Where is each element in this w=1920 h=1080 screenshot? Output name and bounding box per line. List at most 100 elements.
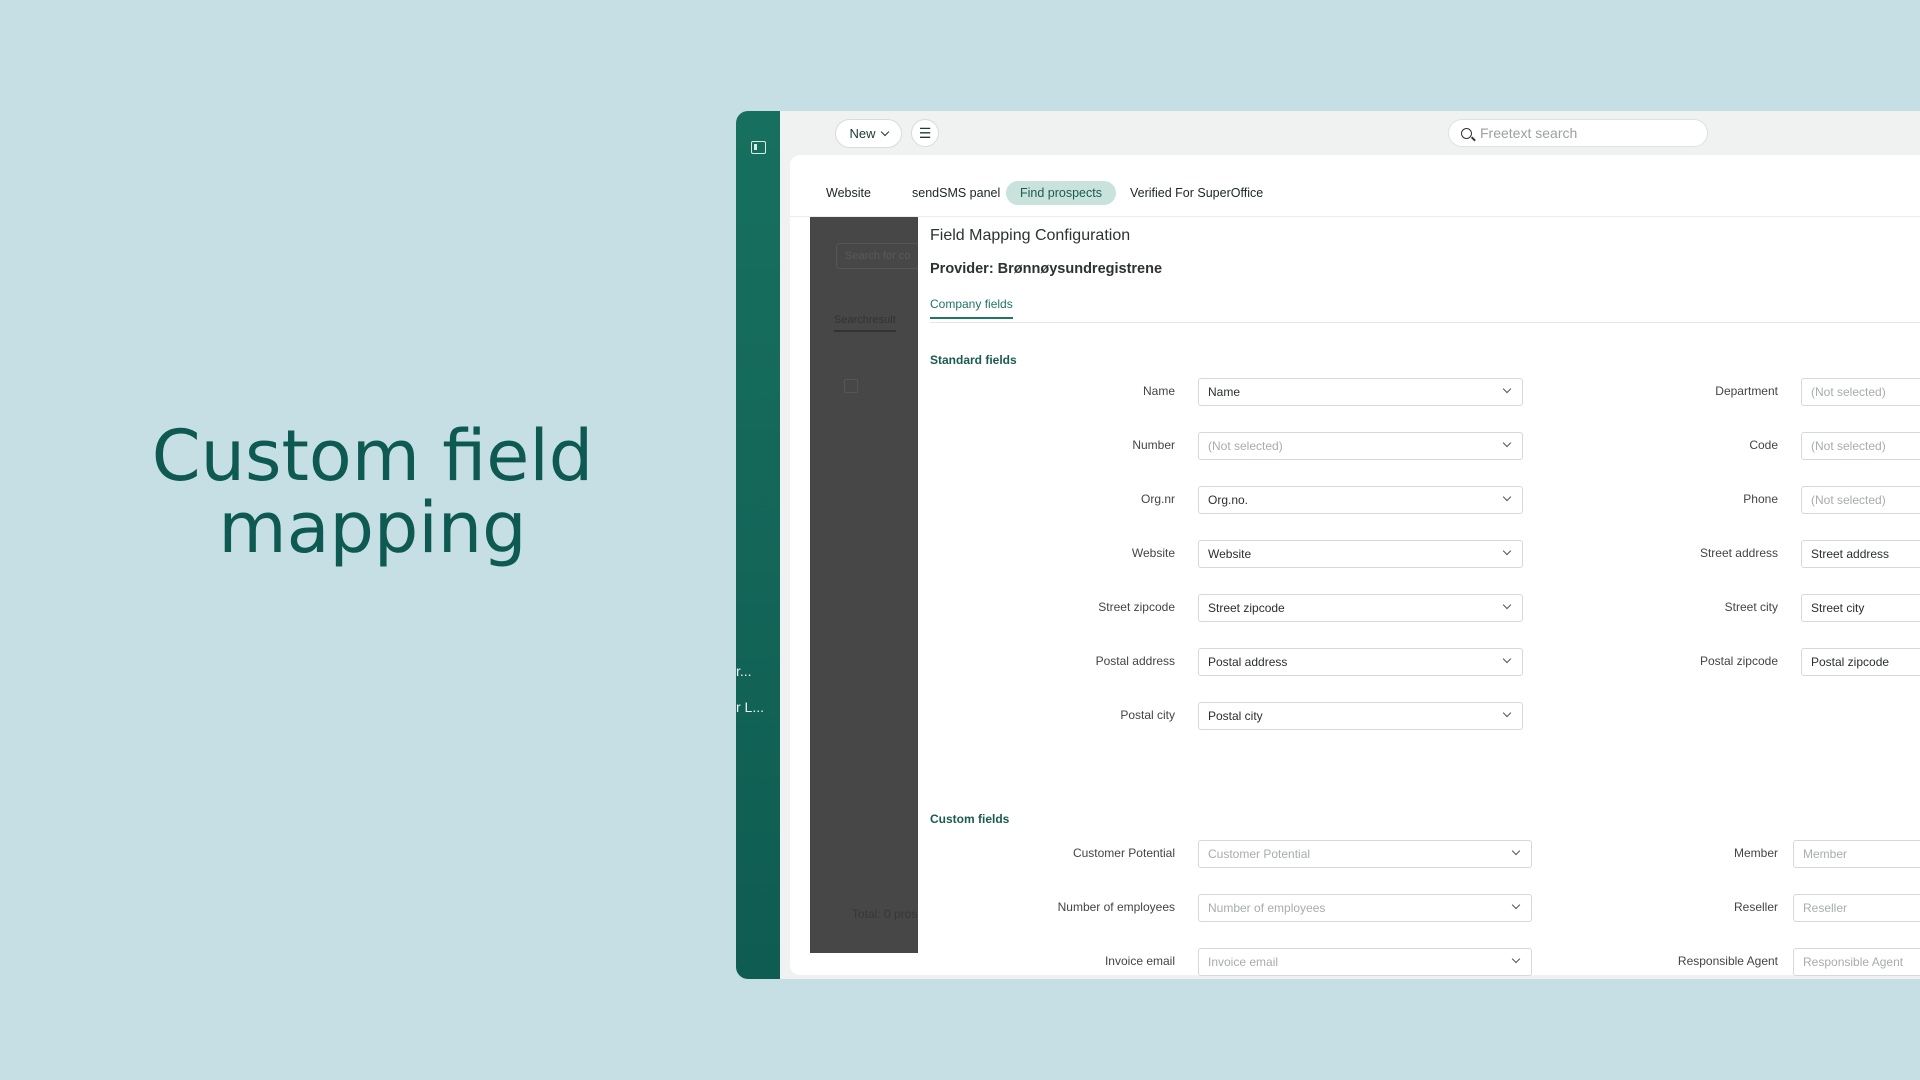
- filter-search-button[interactable]: ☰: [911, 119, 939, 147]
- chevron-down-icon: [1502, 438, 1512, 448]
- topbar: New ☰ Freetext search: [780, 111, 1920, 155]
- field-select[interactable]: Customer Potential: [1198, 840, 1532, 868]
- field-select[interactable]: Website: [1198, 540, 1523, 568]
- field-mapping-modal: Field Mapping Configuration Provider: Br…: [918, 217, 1920, 976]
- field-label: Responsible Agent: [1677, 954, 1778, 968]
- field-select[interactable]: Member: [1793, 840, 1920, 868]
- field-label: Department: [1715, 384, 1778, 398]
- field-select-value: Street city: [1811, 601, 1865, 615]
- field-select-value: Reseller: [1803, 901, 1848, 915]
- field-select-value: Customer Potential: [1208, 847, 1311, 861]
- field-label: Org.nr: [1140, 492, 1175, 506]
- field-label: Postal address: [1095, 654, 1175, 668]
- new-button[interactable]: New: [835, 119, 902, 148]
- field-select[interactable]: Postal zipcode: [1801, 648, 1920, 676]
- field-select[interactable]: Postal city: [1198, 702, 1523, 730]
- field-label: Number: [1132, 438, 1175, 452]
- field-select[interactable]: Number of employees: [1198, 894, 1532, 922]
- field-select-value: Postal city: [1208, 709, 1263, 723]
- sidebar-item-truncated-1[interactable]: r...: [736, 663, 752, 679]
- tab-sendsms-panel[interactable]: sendSMS panel: [898, 181, 1014, 205]
- tab-find-prospects[interactable]: Find prospects: [1006, 181, 1116, 205]
- chevron-down-icon: [1502, 492, 1512, 502]
- field-label: Member: [1733, 846, 1778, 860]
- field-select[interactable]: Invoice email: [1198, 948, 1532, 976]
- freetext-search-input[interactable]: Freetext search: [1448, 119, 1708, 147]
- background-tab-searchresult: Searchresult: [834, 314, 896, 332]
- app-window: r... r L... New ☰ Freetext search Websit…: [736, 111, 1920, 979]
- field-label: Street address: [1699, 546, 1778, 560]
- search-placeholder: Freetext search: [1480, 125, 1578, 141]
- field-select-value: Responsible Agent: [1803, 955, 1904, 969]
- field-select[interactable]: Postal address: [1198, 648, 1523, 676]
- background-checkbox: [844, 379, 858, 393]
- chevron-down-icon: [1502, 600, 1512, 610]
- field-label: Street zipcode: [1098, 600, 1175, 614]
- custom-fields-title: Custom fields: [930, 812, 1010, 826]
- filter-list-icon: ☰: [918, 124, 932, 141]
- field-select-value: Website: [1208, 547, 1252, 561]
- field-select[interactable]: Street city: [1801, 594, 1920, 622]
- hero-title-line1: Custom field: [151, 415, 594, 497]
- chevron-down-icon: [1502, 654, 1512, 664]
- field-label: Name: [1142, 384, 1175, 398]
- tab-company-fields[interactable]: Company fields: [930, 297, 1013, 319]
- background-total: Total: 0 pros: [852, 907, 918, 921]
- field-select[interactable]: Responsible Agent: [1793, 948, 1920, 976]
- field-select-value: Street address: [1811, 547, 1890, 561]
- field-select-value: (Not selected): [1811, 439, 1886, 453]
- sidebar-item-truncated-2[interactable]: r L...: [736, 699, 764, 715]
- field-select-value: Street zipcode: [1208, 601, 1285, 615]
- field-select-value: (Not selected): [1208, 439, 1283, 453]
- new-button-label: New: [849, 126, 876, 141]
- field-label: Code: [1749, 438, 1778, 452]
- field-select[interactable]: Name: [1198, 378, 1523, 406]
- modal-title: Field Mapping Configuration: [930, 227, 1131, 244]
- tab-verified-for-superoffice[interactable]: Verified For SuperOffice: [1116, 181, 1277, 205]
- chevron-down-icon: [1511, 954, 1521, 964]
- field-select[interactable]: Reseller: [1793, 894, 1920, 922]
- field-select-value: Member: [1803, 847, 1848, 861]
- background-search-input: Search for co: [836, 243, 926, 269]
- chevron-down-icon: [1511, 900, 1521, 910]
- field-label: Customer Potential: [1072, 846, 1175, 860]
- modal-backdrop[interactable]: Search for co Searchresult Total: 0 pros: [810, 217, 926, 953]
- field-select[interactable]: Org.no.: [1198, 486, 1523, 514]
- hero-title-line2: mapping: [218, 487, 527, 569]
- search-icon: [1461, 127, 1472, 139]
- field-label: Website: [1131, 546, 1175, 560]
- chevron-down-icon: [1511, 846, 1521, 856]
- field-select[interactable]: (Not selected): [1801, 486, 1920, 514]
- tab-website[interactable]: Website: [812, 181, 885, 205]
- field-select-value: (Not selected): [1811, 385, 1886, 399]
- field-select-value: Invoice email: [1208, 955, 1279, 969]
- field-select-value: Postal zipcode: [1811, 655, 1890, 669]
- standard-fields-title: Standard fields: [930, 353, 1017, 367]
- field-label: Phone: [1743, 492, 1778, 506]
- field-label: Street city: [1724, 600, 1778, 614]
- field-select[interactable]: Street address: [1801, 540, 1920, 568]
- sidebar: r... r L...: [736, 111, 780, 979]
- chevron-down-icon: [1502, 546, 1512, 556]
- field-select[interactable]: Street zipcode: [1198, 594, 1523, 622]
- sidebar-toggle-icon[interactable]: [751, 141, 766, 154]
- field-select[interactable]: (Not selected): [1801, 378, 1920, 406]
- main-panel: Website sendSMS panel Find prospects Ver…: [790, 155, 1920, 976]
- field-select-value: Postal address: [1208, 655, 1288, 669]
- hero-title: Custom field mapping: [120, 420, 625, 564]
- field-label: Postal zipcode: [1699, 654, 1778, 668]
- chevron-down-icon: [1502, 384, 1512, 394]
- field-select[interactable]: (Not selected): [1801, 432, 1920, 460]
- field-label: Reseller: [1733, 900, 1778, 914]
- field-select-value: Org.no.: [1208, 493, 1249, 507]
- field-select-value: (Not selected): [1811, 493, 1886, 507]
- field-select-value: Number of employees: [1208, 901, 1326, 915]
- field-select-value: Name: [1208, 385, 1241, 399]
- provider-title: Provider: Brønnøysundregistrene: [930, 261, 1163, 277]
- chevron-down-icon: [1502, 708, 1512, 718]
- field-label: Invoice email: [1104, 954, 1175, 968]
- subtab-divider: [930, 322, 1920, 323]
- field-label: Number of employees: [1057, 900, 1175, 914]
- chevron-down-icon: [880, 127, 889, 137]
- field-select[interactable]: (Not selected): [1198, 432, 1523, 460]
